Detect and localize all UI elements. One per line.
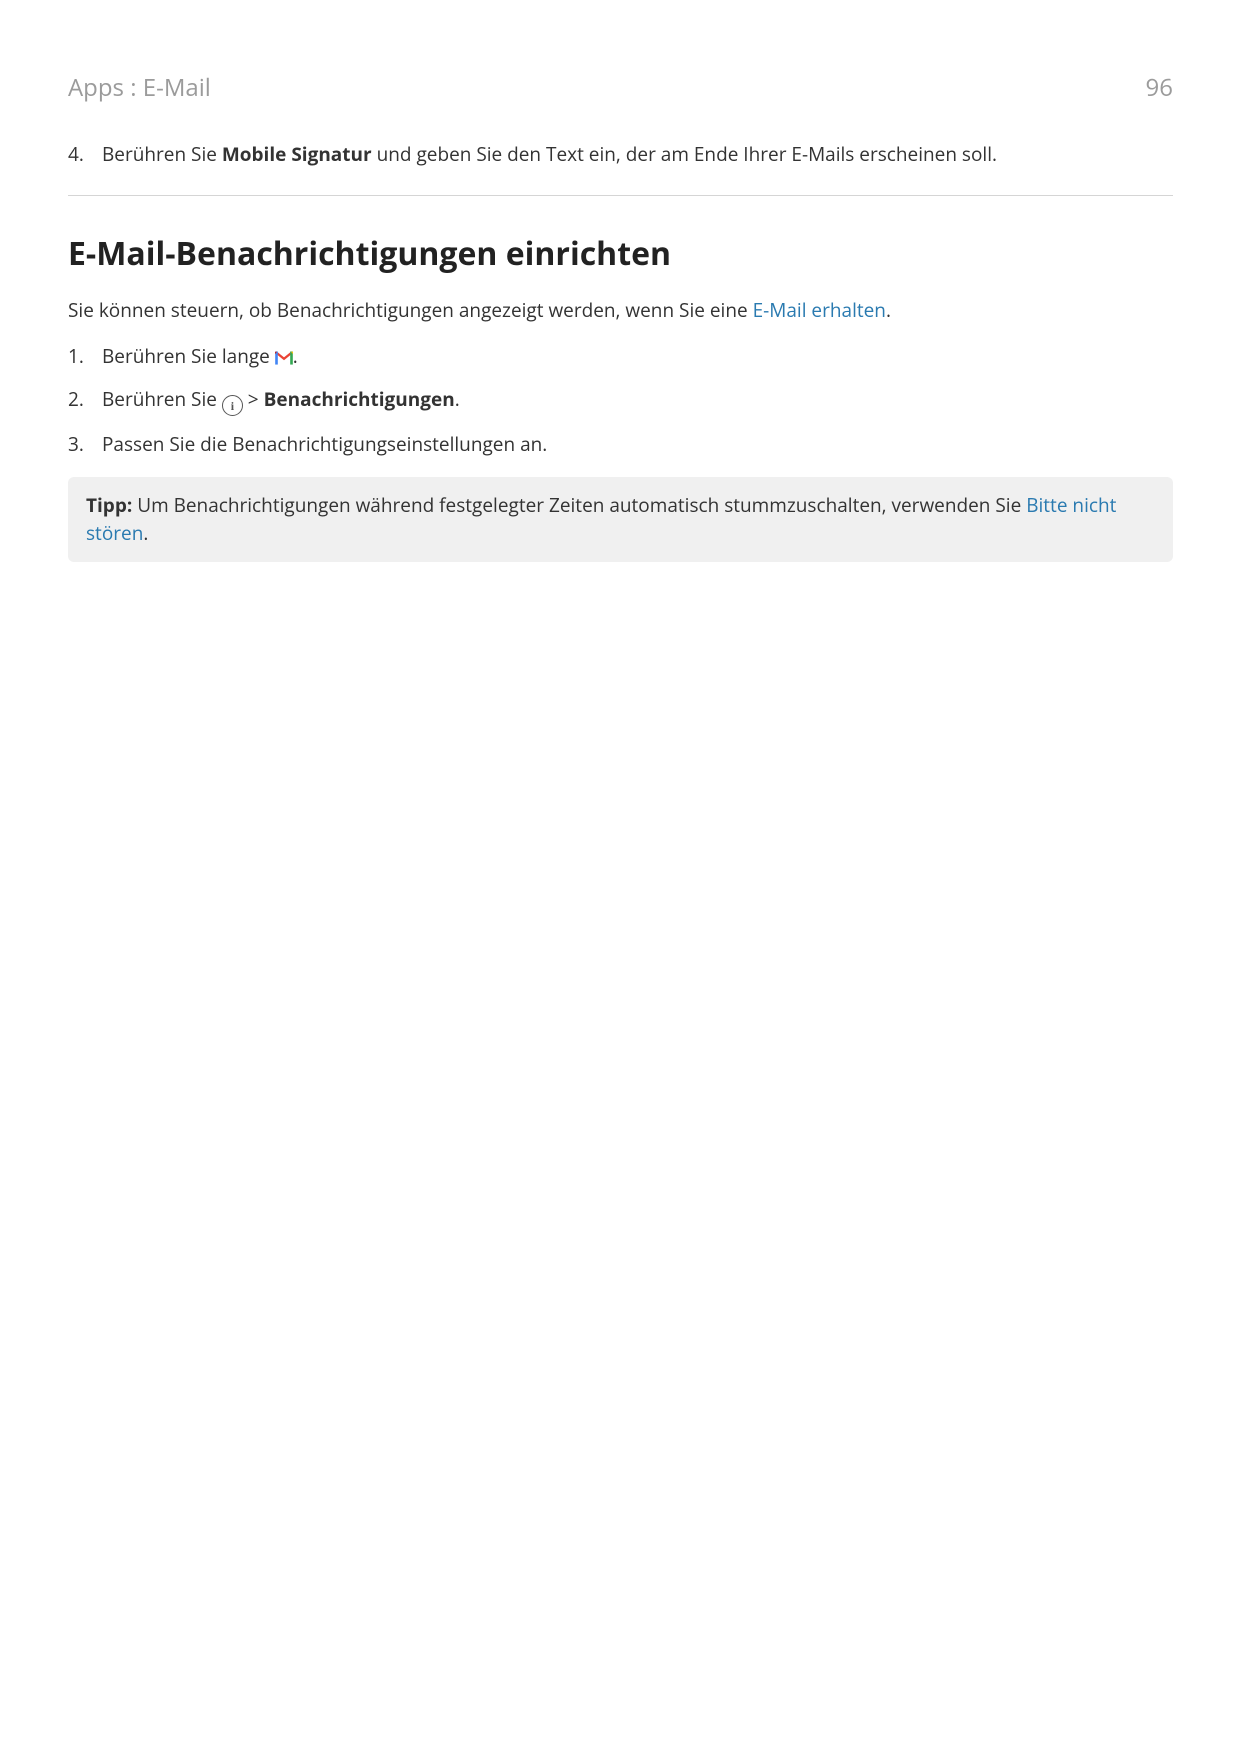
step-2: 2. Berühren Sie i > Benachrichtigungen.	[68, 385, 1173, 417]
info-icon: i	[222, 395, 243, 416]
step-1: 1. Berühren Sie lange .	[68, 342, 1173, 371]
section-title: E-Mail-Benachrichtigungen einrichten	[68, 230, 1173, 278]
text: .	[886, 297, 891, 323]
step-body: Berühren Sie lange .	[102, 342, 1173, 371]
breadcrumb: Apps : E-Mail	[68, 70, 211, 106]
section-intro: Sie können steuern, ob Benachrichtigunge…	[68, 296, 1173, 325]
bold-text: Benachrichtigungen	[264, 386, 455, 412]
gmail-icon	[275, 344, 293, 358]
previous-step-4: 4. Berühren Sie Mobile Signatur und gebe…	[68, 140, 1173, 169]
bold-text: Mobile Signatur	[222, 141, 372, 167]
tip-label: Tipp:	[86, 492, 132, 518]
step-number: 2.	[68, 385, 88, 417]
step-3: 3. Passen Sie die Benachrichtigungseinst…	[68, 430, 1173, 459]
step-body: Berühren Sie Mobile Signatur und geben S…	[102, 140, 1173, 169]
step-body: Passen Sie die Benachrichtigungseinstell…	[102, 430, 1173, 459]
step-number: 4.	[68, 140, 88, 169]
step-number: 3.	[68, 430, 88, 459]
steps-list: 1. Berühren Sie lange . 2. Berühren Sie …	[68, 342, 1173, 459]
separator: >	[243, 386, 264, 412]
email-erhalten-link[interactable]: E-Mail erhalten	[753, 297, 886, 323]
text: Berühren Sie lange	[102, 343, 275, 369]
page-number: 96	[1146, 70, 1173, 106]
text: Sie können steuern, ob Benachrichtigunge…	[68, 297, 753, 323]
text: .	[293, 343, 298, 369]
text: Berühren Sie	[102, 141, 222, 167]
tip-box: Tipp: Um Benachrichtigungen während fest…	[68, 477, 1173, 562]
text: Um Benachrichtigungen während festgelegt…	[132, 492, 1026, 518]
step-number: 1.	[68, 342, 88, 371]
text: .	[455, 386, 460, 412]
text: .	[143, 520, 148, 546]
text: und geben Sie den Text ein, der am Ende …	[372, 141, 997, 167]
section-divider	[68, 195, 1173, 196]
page-header: Apps : E-Mail 96	[68, 70, 1173, 106]
text: Passen Sie die Benachrichtigungseinstell…	[102, 431, 547, 457]
text: Berühren Sie	[102, 386, 222, 412]
step-body: Berühren Sie i > Benachrichtigungen.	[102, 385, 1173, 417]
